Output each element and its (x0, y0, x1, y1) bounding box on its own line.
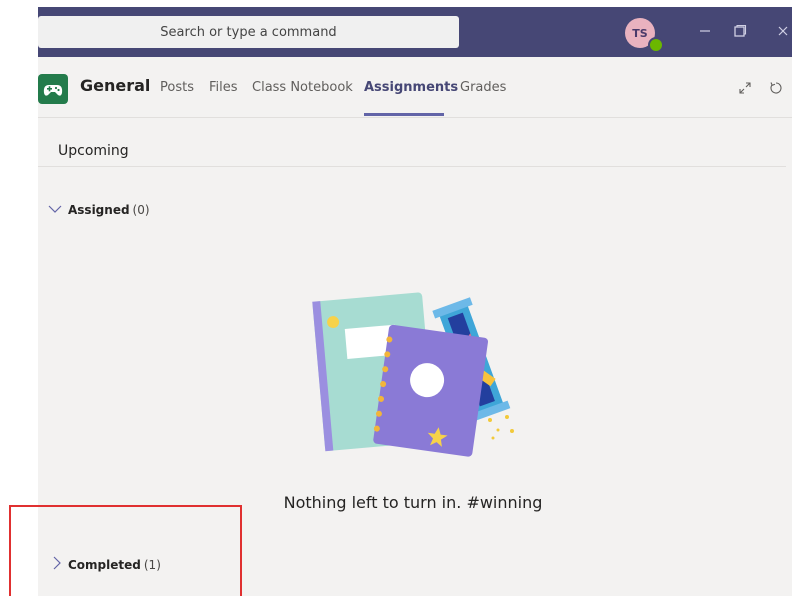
close-icon[interactable] (768, 16, 792, 46)
channel-name: General (80, 76, 151, 95)
assigned-count: (0) (132, 203, 150, 217)
tab-class-notebook[interactable]: Class Notebook (252, 80, 353, 95)
search-input[interactable]: Search or type a command (38, 16, 459, 48)
highlight-annotation-box (9, 505, 242, 596)
presence-status-icon (648, 37, 664, 53)
tab-assignments[interactable]: Assignments (364, 80, 458, 95)
assigned-section-toggle[interactable]: Assigned (0) (48, 202, 150, 218)
team-gamepad-icon (38, 74, 68, 104)
tab-files[interactable]: Files (209, 80, 238, 95)
tab-posts[interactable]: Posts (160, 80, 194, 95)
tab-grades[interactable]: Grades (460, 80, 506, 95)
restore-icon[interactable] (725, 16, 755, 46)
search-placeholder: Search or type a command (160, 24, 337, 40)
active-tab-indicator (364, 113, 444, 116)
empty-state-illustration (300, 285, 540, 470)
section-title-upcoming: Upcoming (58, 143, 129, 159)
divider (38, 166, 786, 167)
refresh-icon[interactable] (764, 76, 788, 100)
assigned-label: Assigned (68, 203, 130, 217)
expand-icon[interactable] (733, 76, 757, 100)
minimize-icon[interactable] (690, 16, 720, 46)
chevron-down-icon (48, 202, 62, 218)
